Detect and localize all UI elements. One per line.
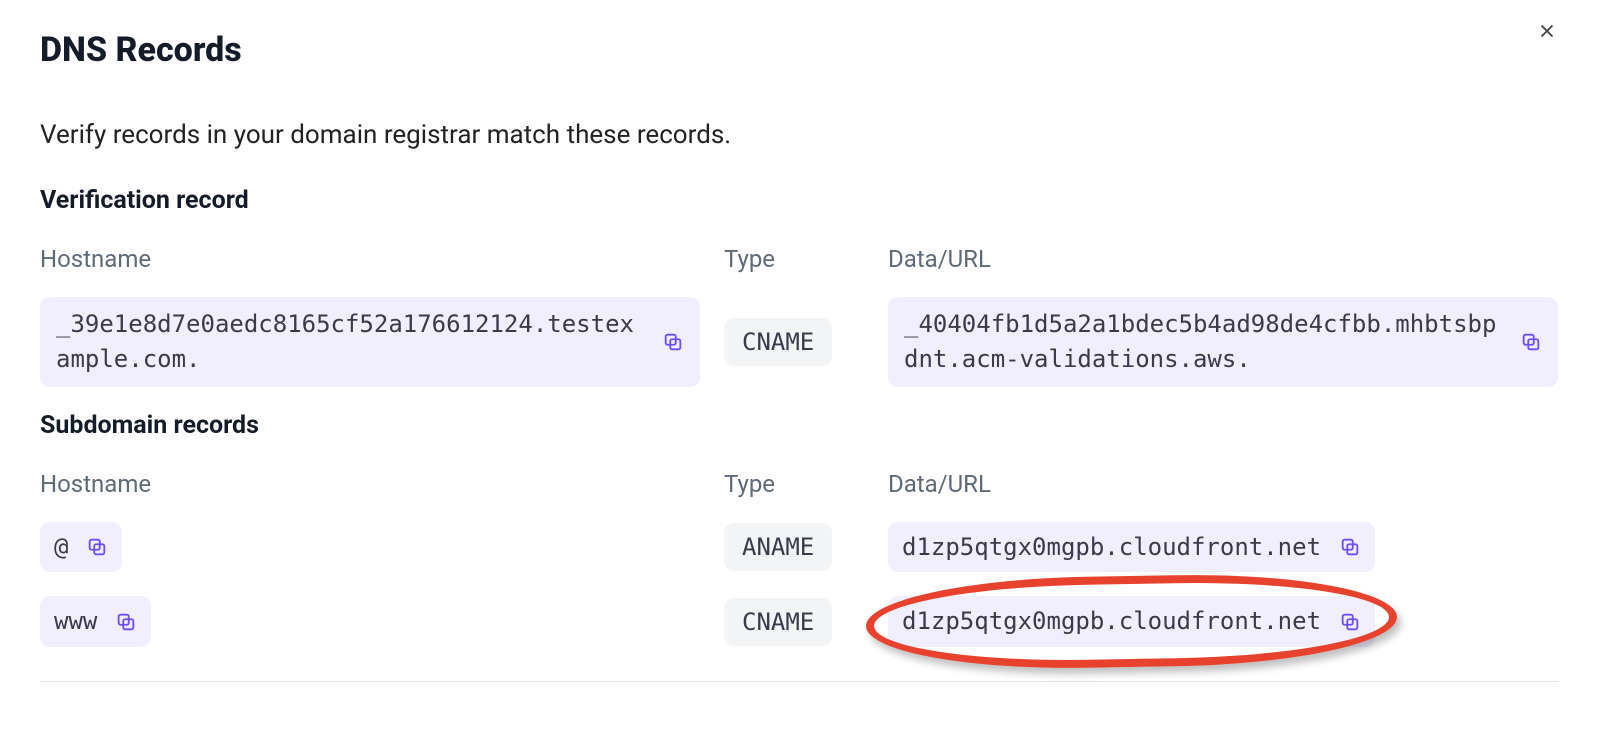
- data-text: d1zp5qtgx0mgpb.cloudfront.net: [902, 530, 1321, 565]
- header-hostname: Hostname: [40, 470, 700, 498]
- subdomain-row: @ ANAME d1zp5qtgx0mgpb.cloudfront.net: [40, 522, 1558, 573]
- header-data: Data/URL: [888, 470, 1558, 498]
- table-header-row: Hostname Type Data/URL: [40, 470, 1558, 498]
- hostname-text: @: [54, 530, 68, 565]
- subdomain-heading: Subdomain records: [40, 411, 1558, 440]
- header-type: Type: [724, 245, 864, 273]
- data-value: d1zp5qtgx0mgpb.cloudfront.net: [888, 596, 1375, 647]
- hostname-text: _39e1e8d7e0aedc8165cf52a176612124.testex…: [56, 307, 644, 377]
- copy-icon[interactable]: [1339, 536, 1361, 558]
- type-value: CNAME: [724, 598, 832, 646]
- highlighted-data: d1zp5qtgx0mgpb.cloudfront.net: [888, 596, 1375, 647]
- copy-icon[interactable]: [86, 536, 108, 558]
- hostname-value: www: [40, 596, 151, 647]
- copy-icon[interactable]: [662, 331, 684, 353]
- page-title: DNS Records: [40, 30, 1558, 70]
- header-hostname: Hostname: [40, 245, 700, 273]
- copy-icon[interactable]: [1339, 611, 1361, 633]
- hostname-value: _39e1e8d7e0aedc8165cf52a176612124.testex…: [40, 297, 700, 387]
- copy-icon[interactable]: [1520, 331, 1542, 353]
- data-text: d1zp5qtgx0mgpb.cloudfront.net: [902, 604, 1321, 639]
- hostname-value: @: [40, 522, 122, 573]
- close-icon: [1536, 27, 1558, 46]
- divider: [40, 681, 1558, 682]
- type-value: ANAME: [724, 523, 832, 571]
- data-value: _40404fb1d5a2a1bdec5b4ad98de4cfbb.mhbtsb…: [888, 297, 1558, 387]
- verification-heading: Verification record: [40, 186, 1558, 215]
- data-value: d1zp5qtgx0mgpb.cloudfront.net: [888, 522, 1375, 573]
- subdomain-row: www CNAME d1zp5qtgx0mgpb.cloudfront.net: [40, 596, 1558, 647]
- copy-icon[interactable]: [115, 611, 137, 633]
- type-value: CNAME: [724, 318, 832, 366]
- close-button[interactable]: [1536, 20, 1558, 46]
- header-type: Type: [724, 470, 864, 498]
- table-header-row: Hostname Type Data/URL: [40, 245, 1558, 273]
- hostname-text: www: [54, 604, 97, 639]
- header-data: Data/URL: [888, 245, 1558, 273]
- instruction-text: Verify records in your domain registrar …: [40, 120, 1558, 150]
- verification-row: _39e1e8d7e0aedc8165cf52a176612124.testex…: [40, 297, 1558, 387]
- data-text: _40404fb1d5a2a1bdec5b4ad98de4cfbb.mhbtsb…: [904, 307, 1502, 377]
